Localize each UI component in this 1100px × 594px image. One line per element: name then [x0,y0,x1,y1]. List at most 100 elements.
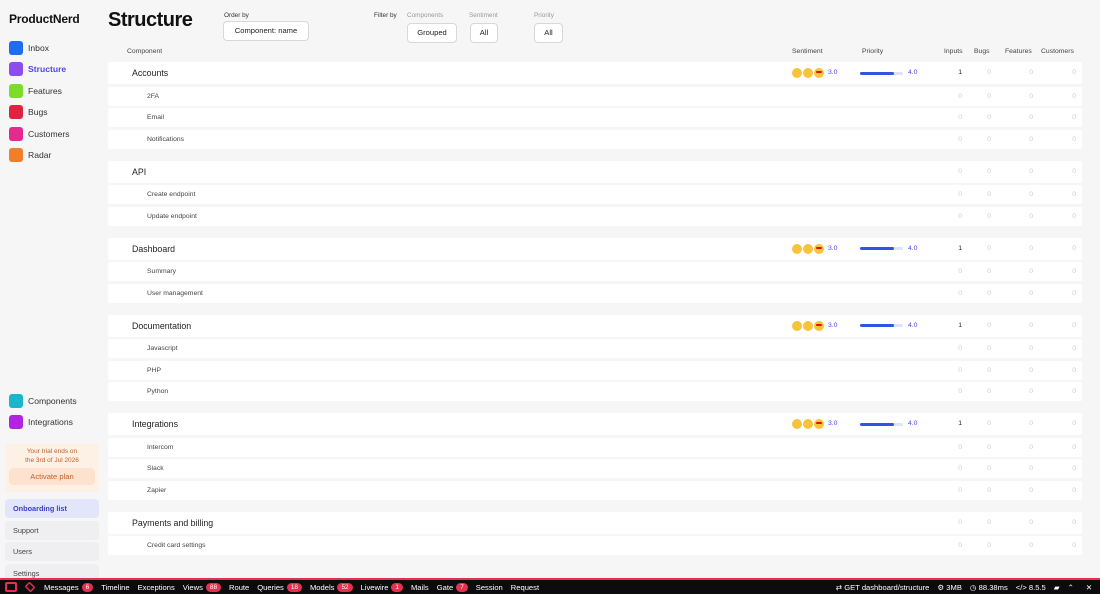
table-row-group[interactable]: Payments and billing 0 0 0 0 [108,511,1082,534]
table-row-group[interactable]: API 0 0 0 0 [108,160,1082,183]
inputs-count: 0 [958,212,962,220]
bugs-count: 0 [987,443,991,451]
priority-bar [860,324,903,327]
bugs-count: 0 [987,69,991,76]
nav-item-radar[interactable]: Radar [9,145,70,167]
debug-tab-route[interactable]: Route [229,583,249,592]
nav-item-features[interactable]: Features [9,80,70,102]
sad-face-icon [792,419,802,429]
table-row-group[interactable]: Documentation 3.0 4.0 1 0 0 0 [108,314,1082,337]
side-link-onboarding-list[interactable]: Onboarding list [5,499,99,518]
table-row[interactable]: Python 0 0 0 0 [108,382,1082,401]
debug-tab-mails[interactable]: Mails [411,583,429,592]
sub-component-name: Intercom [147,443,174,451]
debug-tab-gate[interactable]: Gate 7 [436,582,468,592]
heart-eyes-face-icon [814,68,824,78]
smirk-face-icon [803,243,813,254]
debug-tab-session[interactable]: Session [476,583,503,592]
column-bugs[interactable]: Bugs [974,48,990,55]
debug-tab-label: Gate [436,582,454,592]
bugs-count: 0 [987,289,991,297]
column-features[interactable]: Features [1005,48,1032,55]
table-row[interactable]: Email 0 0 0 0 [108,108,1082,127]
priority-bar-fill [860,71,895,75]
customers-count: 0 [1072,465,1076,472]
time-text: 88.38ms [978,582,1008,592]
column-sentiment[interactable]: Sentiment [792,48,823,55]
inputs-count: 0 [958,465,962,472]
side-link-users[interactable]: Users [5,542,99,561]
debugbar-logo-icon[interactable] [5,582,17,592]
table-row[interactable]: User management 0 0 0 0 [108,283,1082,303]
table-row[interactable]: PHP 0 0 0 0 [108,360,1082,380]
debug-tab-timeline[interactable]: Timeline [101,583,129,592]
nav-item-label: Components [28,395,77,406]
table-row-group[interactable]: Integrations 3.0 4.0 1 0 0 0 [108,413,1082,435]
sentiment-emojis [792,68,824,78]
table-row[interactable]: Create endpoint 0 0 0 0 [108,185,1082,204]
column-component[interactable]: Component [127,48,162,55]
debug-tab-models[interactable]: Models 52 [309,582,353,592]
close-icon[interactable]: ✕ [1082,583,1096,592]
debug-tab-queries[interactable]: Queries 18 [257,582,302,592]
side-link-support[interactable]: Support [5,520,99,540]
debug-tab-request[interactable]: Request [511,583,539,592]
debug-tab-messages[interactable]: Messages 6 [44,582,94,592]
debug-tab-livewire[interactable]: Livewire 1 [361,582,403,592]
column-inputs[interactable]: Inputs [944,48,963,55]
table-row[interactable]: Notifications 0 0 0 0 [108,129,1082,149]
bugs-count: 0 [987,542,991,549]
component-name: Documentation [132,320,192,331]
inputs-count: 0 [958,542,962,549]
debugbar-secondary-icon[interactable] [24,581,36,593]
activate-plan-button[interactable]: Activate plan [9,468,95,485]
component-name: Accounts [132,68,169,78]
table-row-group[interactable]: Dashboard 3.0 4.0 1 0 0 0 [108,237,1082,260]
customers-count: 0 [1072,542,1076,549]
trial-text-line1: Your trial ends on [26,448,78,455]
table-row[interactable]: Slack 0 0 0 0 [108,459,1082,478]
table-row[interactable]: Javascript 0 0 0 0 [108,339,1082,358]
nav-item-integrations[interactable]: Integrations [9,412,77,434]
table-row-group[interactable]: Accounts 3.0 4.0 1 0 0 0 [108,62,1082,84]
column-customers[interactable]: Customers [1041,48,1074,55]
components-filter-button[interactable]: Grouped [407,23,457,43]
sub-component-name: Javascript [147,345,178,352]
memory-info: ⚙ 3MB [937,582,962,592]
folder-icon[interactable]: ▰ [1054,583,1060,592]
chevron-up-icon[interactable]: ⌃ [1068,583,1074,592]
bugs-count: 0 [987,486,991,494]
smirk-face-icon [803,419,813,429]
heart-eyes-face-icon [814,419,824,429]
sub-component-name: PHP [147,366,161,374]
nav-item-label: Customers [28,128,70,139]
nav-item-components[interactable]: Components [9,390,77,412]
nav-item-inbox[interactable]: Inbox [9,37,70,59]
nav-item-customers[interactable]: Customers [9,123,70,145]
nav-item-structure[interactable]: Structure [9,59,70,81]
bugs-count: 0 [987,268,991,275]
brand-logo[interactable]: ProductNerd [9,12,80,26]
route-info[interactable]: ⇄ GET dashboard/structure [836,583,930,592]
order-by-button[interactable]: Component: name [223,21,309,41]
priority-filter-button[interactable]: All [534,23,563,43]
table-row[interactable]: Summary 0 0 0 0 [108,262,1082,281]
sad-face-icon [792,68,802,78]
table-row[interactable]: Credit card settings 0 0 0 0 [108,536,1082,555]
debug-tab-label: Route [229,582,250,592]
sentiment-filter-button[interactable]: All [470,23,498,43]
table-row[interactable]: Zapier 0 0 0 0 [108,480,1082,500]
debug-tab-label: Models [309,582,335,592]
debug-tab-exceptions[interactable]: Exceptions [138,583,175,592]
inputs-count: 1 [958,420,962,427]
bugs-count: 0 [987,244,991,252]
table-row[interactable]: Update endpoint 0 0 0 0 [108,206,1082,226]
sidebar: ProductNerd Inbox Structure Features Bugs Cu… [0,0,104,583]
customers-count: 0 [1072,486,1076,494]
debug-tab-views[interactable]: Views 88 [183,582,221,592]
nav-item-bugs[interactable]: Bugs [9,102,70,124]
table-row[interactable]: 2FA 0 0 0 0 [108,86,1082,106]
table-row[interactable]: Intercom 0 0 0 0 [108,437,1082,457]
inputs-count: 0 [958,486,962,494]
column-priority[interactable]: Priority [862,48,883,55]
